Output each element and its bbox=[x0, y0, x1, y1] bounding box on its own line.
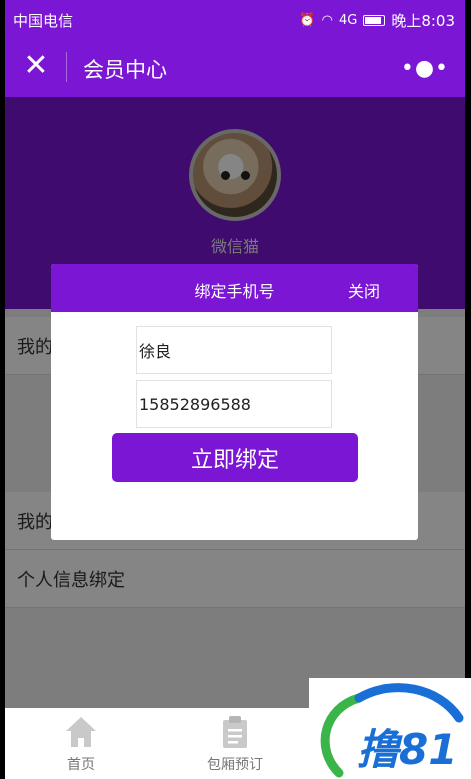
bind-phone-dialog: 绑定手机号 关闭 立即绑定 bbox=[51, 264, 418, 540]
clipboard-icon bbox=[223, 716, 247, 748]
more-icon[interactable]: •●• bbox=[401, 56, 449, 81]
watermark-text: 撸81 bbox=[357, 725, 458, 774]
status-time: 晚上8:03 bbox=[391, 12, 455, 30]
home-icon bbox=[66, 717, 96, 747]
alarm-icon: ⏰ bbox=[299, 13, 316, 28]
name-input[interactable] bbox=[136, 326, 332, 374]
bind-now-button[interactable]: 立即绑定 bbox=[112, 433, 358, 482]
app-screen: 中国电信 ⏰ ◠ 4G 晚上8:03 ✕ 会员中心 •●• 微信猫 我的 我的 … bbox=[5, 0, 465, 779]
nav-divider bbox=[66, 52, 67, 82]
tab-label: 首页 bbox=[67, 757, 95, 773]
nav-bar: ✕ 会员中心 •●• bbox=[5, 40, 465, 97]
tab-home[interactable]: 首页 bbox=[31, 714, 131, 774]
signal-icon: 4G bbox=[338, 13, 358, 28]
wifi-icon: ◠ bbox=[321, 13, 333, 28]
close-icon[interactable]: ✕ bbox=[21, 51, 51, 82]
dialog-close-button[interactable]: 关闭 bbox=[348, 278, 380, 302]
battery-icon bbox=[363, 15, 386, 26]
status-bar: 中国电信 ⏰ ◠ 4G 晚上8:03 bbox=[5, 0, 465, 40]
tab-label: 包厢预订 bbox=[207, 757, 263, 773]
tab-booking[interactable]: 包厢预订 bbox=[185, 714, 285, 774]
page-title: 会员中心 bbox=[83, 58, 167, 82]
watermark-logo: 撸81 bbox=[309, 678, 471, 779]
dialog-header: 绑定手机号 关闭 bbox=[51, 264, 418, 312]
phone-input[interactable] bbox=[136, 380, 332, 428]
carrier-label: 中国电信 bbox=[13, 12, 74, 30]
